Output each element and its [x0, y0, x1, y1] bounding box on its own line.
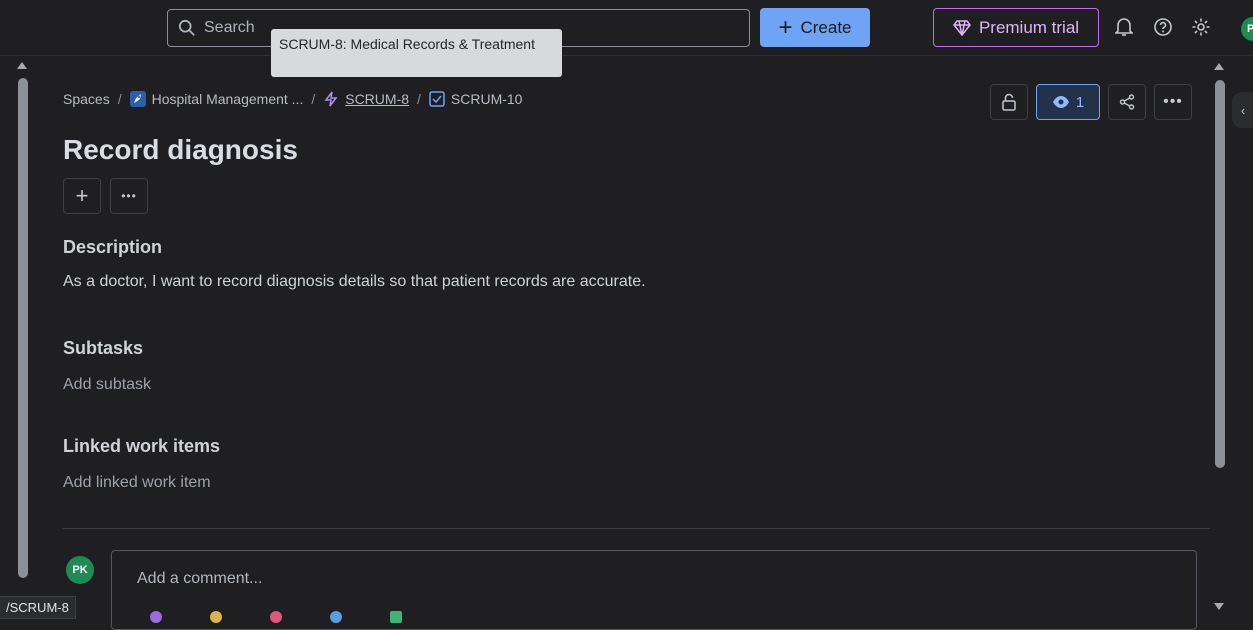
- quick-reply-chip[interactable]: [150, 608, 170, 625]
- create-label: Create: [800, 17, 852, 37]
- scrollbar-thumb[interactable]: [18, 78, 28, 578]
- lock-button[interactable]: [990, 84, 1028, 120]
- breadcrumb-separator: /: [417, 91, 421, 107]
- avatar-initial: P: [1247, 23, 1253, 35]
- top-navigation-bar: Search + Create Premium trial P: [0, 0, 1253, 56]
- quick-reply-chip[interactable]: [330, 608, 350, 625]
- quick-reply-chip[interactable]: [270, 608, 290, 625]
- more-dots-icon: •••: [1163, 93, 1183, 110]
- premium-trial-button[interactable]: Premium trial: [933, 8, 1099, 47]
- issue-title[interactable]: Record diagnosis: [63, 134, 298, 166]
- breadcrumb-current[interactable]: SCRUM-10: [451, 91, 523, 107]
- notifications-bell-icon[interactable]: [1111, 14, 1137, 40]
- add-subtask-link[interactable]: Add subtask: [63, 376, 151, 394]
- title-actions: + •••: [63, 178, 148, 214]
- comment-input[interactable]: Add a comment...: [111, 550, 1197, 630]
- unlock-icon: [1002, 93, 1016, 111]
- premium-label: Premium trial: [978, 17, 1080, 37]
- scroll-down-arrow-icon[interactable]: [1214, 603, 1224, 610]
- quick-reply-chip[interactable]: [210, 608, 230, 625]
- add-linked-work-item-link[interactable]: Add linked work item: [63, 474, 211, 492]
- settings-gear-icon[interactable]: [1188, 14, 1214, 40]
- watch-count: 1: [1075, 93, 1085, 111]
- plus-icon: +: [778, 13, 793, 41]
- description-heading: Description: [63, 237, 163, 257]
- linked-work-items-heading: Linked work items: [63, 436, 221, 456]
- more-actions-button[interactable]: •••: [1154, 84, 1192, 120]
- eye-icon: [1052, 96, 1069, 108]
- left-scrollbar[interactable]: [11, 56, 35, 616]
- rocket-icon: [129, 91, 146, 107]
- search-icon: [178, 19, 195, 36]
- comment-avatar: PK: [66, 556, 94, 584]
- comment-placeholder: Add a comment...: [137, 570, 263, 587]
- emoji-icon: [210, 611, 222, 624]
- emoji-icon: [390, 611, 402, 624]
- breadcrumb-separator: /: [117, 91, 122, 107]
- section-divider: [63, 528, 1210, 529]
- emoji-icon: [330, 611, 342, 624]
- epic-lightning-icon: [323, 91, 339, 107]
- right-scrollbar[interactable]: [1208, 56, 1230, 619]
- emoji-icon: [270, 611, 282, 624]
- issue-actions: 1 •••: [990, 84, 1192, 120]
- comment-avatar-initials: PK: [72, 564, 88, 576]
- breadcrumb-project[interactable]: Hospital Management ...: [152, 91, 304, 107]
- add-button[interactable]: +: [63, 178, 101, 214]
- breadcrumb-parent-link[interactable]: SCRUM-8: [345, 91, 409, 107]
- collapse-panel-chevron-icon[interactable]: ‹: [1232, 92, 1253, 128]
- description-text[interactable]: As a doctor, I want to record diagnosis …: [63, 273, 646, 291]
- share-button[interactable]: [1108, 84, 1146, 120]
- help-icon[interactable]: [1150, 14, 1176, 40]
- watch-button[interactable]: 1: [1036, 84, 1100, 120]
- quick-reply-chips: [150, 608, 410, 625]
- more-options-button[interactable]: •••: [110, 178, 148, 214]
- breadcrumb-separator: /: [311, 91, 316, 107]
- breadcrumb: Spaces / Hospital Management ... / SCRUM…: [63, 91, 522, 107]
- emoji-icon: [150, 611, 162, 624]
- scrollbar-thumb[interactable]: [1215, 80, 1225, 468]
- breadcrumb-spaces[interactable]: Spaces: [63, 91, 110, 107]
- more-dots-icon: •••: [121, 189, 137, 203]
- share-icon: [1119, 94, 1135, 110]
- quick-reply-chip[interactable]: [390, 608, 410, 625]
- search-placeholder: Search: [204, 19, 255, 36]
- create-button[interactable]: + Create: [760, 8, 870, 47]
- diamond-icon: [952, 19, 971, 36]
- user-avatar[interactable]: P: [1241, 17, 1253, 41]
- plus-icon: +: [75, 183, 89, 208]
- scroll-up-arrow-icon[interactable]: [17, 62, 27, 69]
- task-checkbox-icon: [429, 91, 445, 107]
- scroll-up-arrow-icon[interactable]: [1214, 63, 1224, 70]
- status-bar-url: /SCRUM-8: [0, 596, 76, 619]
- subtasks-heading: Subtasks: [63, 338, 144, 358]
- tooltip: SCRUM-8: Medical Records & Treatment: [271, 29, 562, 77]
